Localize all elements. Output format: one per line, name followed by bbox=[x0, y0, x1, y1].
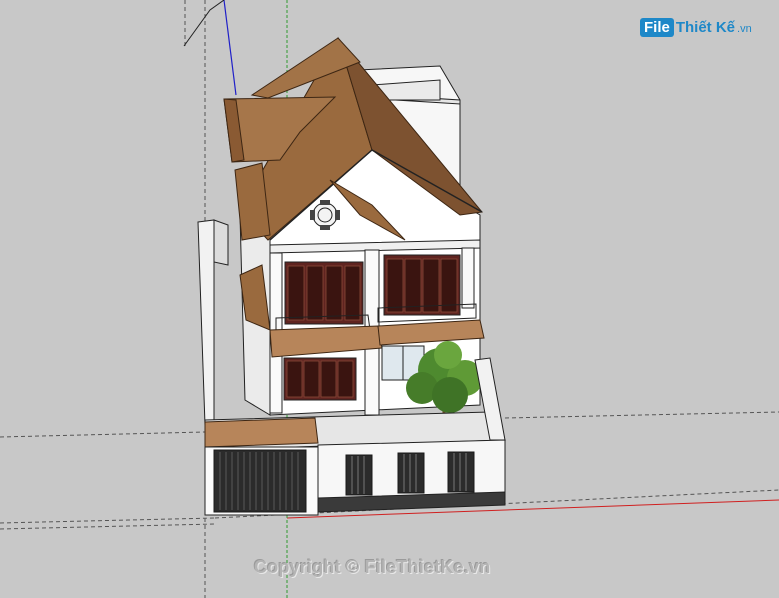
sliding-gate bbox=[213, 449, 307, 513]
ground-doors-left bbox=[283, 357, 357, 401]
column-right bbox=[461, 247, 475, 309]
upper-doors-left bbox=[284, 261, 364, 325]
guide-line-diagonal bbox=[183, 0, 225, 47]
sketchup-viewport[interactable]: File Thiết Kế .vn Copyright © FileThietK… bbox=[0, 0, 779, 598]
filethietke-logo: File Thiết Kế .vn bbox=[640, 14, 752, 40]
round-window bbox=[312, 202, 338, 228]
house-3d-model[interactable] bbox=[0, 0, 779, 598]
gate-roof bbox=[204, 417, 319, 448]
side-fence bbox=[197, 219, 215, 426]
blue-axis bbox=[223, 0, 237, 96]
logo-brand-text: Thiết Kế bbox=[675, 18, 736, 36]
logo-file-text: File bbox=[640, 17, 674, 37]
copyright-watermark: Copyright © FileThietKe.vn bbox=[254, 557, 491, 577]
logo-tld-text: .vn bbox=[737, 23, 752, 35]
